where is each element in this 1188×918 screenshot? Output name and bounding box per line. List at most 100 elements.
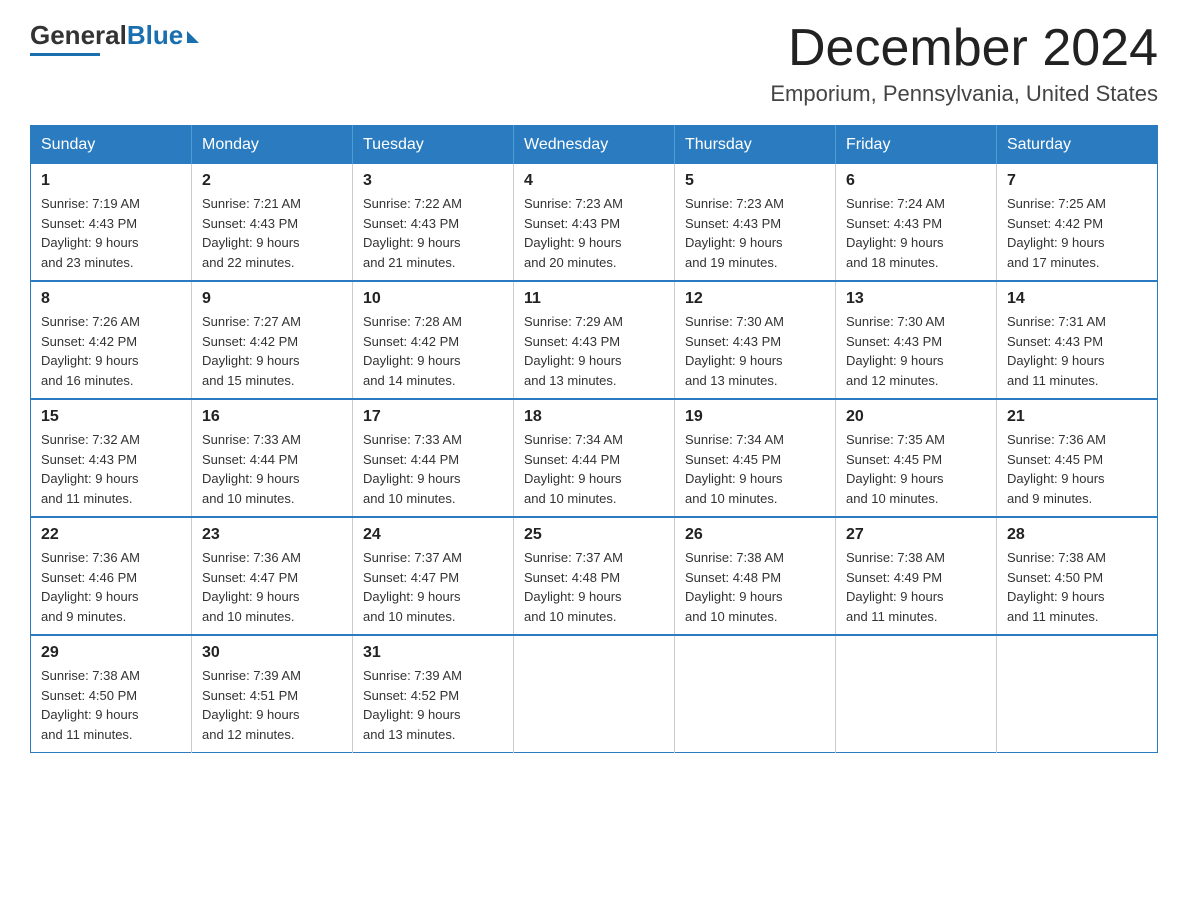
day-number: 14 xyxy=(1007,290,1147,308)
day-info: Sunrise: 7:31 AMSunset: 4:43 PMDaylight:… xyxy=(1007,312,1147,390)
day-number: 16 xyxy=(202,408,342,426)
header-monday: Monday xyxy=(192,126,353,165)
day-info: Sunrise: 7:38 AMSunset: 4:48 PMDaylight:… xyxy=(685,548,825,626)
calendar-cell: 26 Sunrise: 7:38 AMSunset: 4:48 PMDaylig… xyxy=(675,517,836,635)
calendar-cell: 2 Sunrise: 7:21 AMSunset: 4:43 PMDayligh… xyxy=(192,164,353,281)
day-info: Sunrise: 7:24 AMSunset: 4:43 PMDaylight:… xyxy=(846,194,986,272)
day-number: 15 xyxy=(41,408,181,426)
calendar-cell: 24 Sunrise: 7:37 AMSunset: 4:47 PMDaylig… xyxy=(353,517,514,635)
page-header: General Blue December 2024 Emporium, Pen… xyxy=(30,20,1158,107)
calendar-cell: 15 Sunrise: 7:32 AMSunset: 4:43 PMDaylig… xyxy=(31,399,192,517)
day-info: Sunrise: 7:25 AMSunset: 4:42 PMDaylight:… xyxy=(1007,194,1147,272)
day-number: 28 xyxy=(1007,526,1147,544)
day-number: 26 xyxy=(685,526,825,544)
day-number: 19 xyxy=(685,408,825,426)
calendar-cell: 25 Sunrise: 7:37 AMSunset: 4:48 PMDaylig… xyxy=(514,517,675,635)
day-info: Sunrise: 7:30 AMSunset: 4:43 PMDaylight:… xyxy=(685,312,825,390)
day-number: 20 xyxy=(846,408,986,426)
day-info: Sunrise: 7:34 AMSunset: 4:45 PMDaylight:… xyxy=(685,430,825,508)
calendar-cell: 9 Sunrise: 7:27 AMSunset: 4:42 PMDayligh… xyxy=(192,281,353,399)
day-number: 13 xyxy=(846,290,986,308)
header-friday: Friday xyxy=(836,126,997,165)
day-number: 7 xyxy=(1007,172,1147,190)
calendar-cell: 28 Sunrise: 7:38 AMSunset: 4:50 PMDaylig… xyxy=(997,517,1158,635)
calendar-cell: 31 Sunrise: 7:39 AMSunset: 4:52 PMDaylig… xyxy=(353,635,514,753)
day-number: 31 xyxy=(363,644,503,662)
calendar-week-row: 1 Sunrise: 7:19 AMSunset: 4:43 PMDayligh… xyxy=(31,164,1158,281)
day-number: 30 xyxy=(202,644,342,662)
calendar-cell: 13 Sunrise: 7:30 AMSunset: 4:43 PMDaylig… xyxy=(836,281,997,399)
day-number: 18 xyxy=(524,408,664,426)
day-number: 11 xyxy=(524,290,664,308)
calendar-cell: 11 Sunrise: 7:29 AMSunset: 4:43 PMDaylig… xyxy=(514,281,675,399)
calendar-cell: 10 Sunrise: 7:28 AMSunset: 4:42 PMDaylig… xyxy=(353,281,514,399)
day-info: Sunrise: 7:39 AMSunset: 4:52 PMDaylight:… xyxy=(363,666,503,744)
day-info: Sunrise: 7:37 AMSunset: 4:47 PMDaylight:… xyxy=(363,548,503,626)
calendar-cell: 27 Sunrise: 7:38 AMSunset: 4:49 PMDaylig… xyxy=(836,517,997,635)
day-number: 8 xyxy=(41,290,181,308)
day-info: Sunrise: 7:23 AMSunset: 4:43 PMDaylight:… xyxy=(524,194,664,272)
day-number: 17 xyxy=(363,408,503,426)
calendar-cell: 4 Sunrise: 7:23 AMSunset: 4:43 PMDayligh… xyxy=(514,164,675,281)
calendar-cell: 14 Sunrise: 7:31 AMSunset: 4:43 PMDaylig… xyxy=(997,281,1158,399)
day-info: Sunrise: 7:30 AMSunset: 4:43 PMDaylight:… xyxy=(846,312,986,390)
day-number: 23 xyxy=(202,526,342,544)
calendar-cell: 29 Sunrise: 7:38 AMSunset: 4:50 PMDaylig… xyxy=(31,635,192,753)
calendar-cell: 23 Sunrise: 7:36 AMSunset: 4:47 PMDaylig… xyxy=(192,517,353,635)
logo-general-text: General xyxy=(30,20,127,51)
calendar-week-row: 29 Sunrise: 7:38 AMSunset: 4:50 PMDaylig… xyxy=(31,635,1158,753)
day-info: Sunrise: 7:36 AMSunset: 4:46 PMDaylight:… xyxy=(41,548,181,626)
calendar-cell xyxy=(836,635,997,753)
logo-blue-area: Blue xyxy=(127,20,199,51)
calendar-header-row: SundayMondayTuesdayWednesdayThursdayFrid… xyxy=(31,126,1158,165)
title-area: December 2024 Emporium, Pennsylvania, Un… xyxy=(770,20,1158,107)
day-info: Sunrise: 7:34 AMSunset: 4:44 PMDaylight:… xyxy=(524,430,664,508)
day-info: Sunrise: 7:33 AMSunset: 4:44 PMDaylight:… xyxy=(202,430,342,508)
day-info: Sunrise: 7:36 AMSunset: 4:47 PMDaylight:… xyxy=(202,548,342,626)
day-number: 22 xyxy=(41,526,181,544)
day-info: Sunrise: 7:22 AMSunset: 4:43 PMDaylight:… xyxy=(363,194,503,272)
calendar-cell: 6 Sunrise: 7:24 AMSunset: 4:43 PMDayligh… xyxy=(836,164,997,281)
calendar-cell: 3 Sunrise: 7:22 AMSunset: 4:43 PMDayligh… xyxy=(353,164,514,281)
day-info: Sunrise: 7:23 AMSunset: 4:43 PMDaylight:… xyxy=(685,194,825,272)
calendar-cell: 19 Sunrise: 7:34 AMSunset: 4:45 PMDaylig… xyxy=(675,399,836,517)
logo-triangle-icon xyxy=(187,31,199,43)
calendar-week-row: 15 Sunrise: 7:32 AMSunset: 4:43 PMDaylig… xyxy=(31,399,1158,517)
header-sunday: Sunday xyxy=(31,126,192,165)
day-info: Sunrise: 7:38 AMSunset: 4:50 PMDaylight:… xyxy=(41,666,181,744)
calendar-cell: 8 Sunrise: 7:26 AMSunset: 4:42 PMDayligh… xyxy=(31,281,192,399)
day-info: Sunrise: 7:39 AMSunset: 4:51 PMDaylight:… xyxy=(202,666,342,744)
day-number: 4 xyxy=(524,172,664,190)
page-subtitle: Emporium, Pennsylvania, United States xyxy=(770,81,1158,107)
calendar-cell: 5 Sunrise: 7:23 AMSunset: 4:43 PMDayligh… xyxy=(675,164,836,281)
calendar-cell: 7 Sunrise: 7:25 AMSunset: 4:42 PMDayligh… xyxy=(997,164,1158,281)
day-info: Sunrise: 7:26 AMSunset: 4:42 PMDaylight:… xyxy=(41,312,181,390)
calendar-cell xyxy=(997,635,1158,753)
calendar-cell: 20 Sunrise: 7:35 AMSunset: 4:45 PMDaylig… xyxy=(836,399,997,517)
calendar-cell: 17 Sunrise: 7:33 AMSunset: 4:44 PMDaylig… xyxy=(353,399,514,517)
day-number: 29 xyxy=(41,644,181,662)
day-number: 24 xyxy=(363,526,503,544)
day-number: 12 xyxy=(685,290,825,308)
day-number: 27 xyxy=(846,526,986,544)
header-tuesday: Tuesday xyxy=(353,126,514,165)
day-info: Sunrise: 7:21 AMSunset: 4:43 PMDaylight:… xyxy=(202,194,342,272)
calendar-cell: 1 Sunrise: 7:19 AMSunset: 4:43 PMDayligh… xyxy=(31,164,192,281)
day-number: 2 xyxy=(202,172,342,190)
day-info: Sunrise: 7:33 AMSunset: 4:44 PMDaylight:… xyxy=(363,430,503,508)
header-saturday: Saturday xyxy=(997,126,1158,165)
day-info: Sunrise: 7:32 AMSunset: 4:43 PMDaylight:… xyxy=(41,430,181,508)
day-number: 6 xyxy=(846,172,986,190)
calendar-cell: 30 Sunrise: 7:39 AMSunset: 4:51 PMDaylig… xyxy=(192,635,353,753)
day-number: 1 xyxy=(41,172,181,190)
day-info: Sunrise: 7:38 AMSunset: 4:50 PMDaylight:… xyxy=(1007,548,1147,626)
calendar-cell: 21 Sunrise: 7:36 AMSunset: 4:45 PMDaylig… xyxy=(997,399,1158,517)
day-number: 3 xyxy=(363,172,503,190)
calendar-cell: 22 Sunrise: 7:36 AMSunset: 4:46 PMDaylig… xyxy=(31,517,192,635)
calendar-week-row: 8 Sunrise: 7:26 AMSunset: 4:42 PMDayligh… xyxy=(31,281,1158,399)
day-number: 5 xyxy=(685,172,825,190)
header-thursday: Thursday xyxy=(675,126,836,165)
day-info: Sunrise: 7:37 AMSunset: 4:48 PMDaylight:… xyxy=(524,548,664,626)
day-number: 21 xyxy=(1007,408,1147,426)
day-info: Sunrise: 7:19 AMSunset: 4:43 PMDaylight:… xyxy=(41,194,181,272)
